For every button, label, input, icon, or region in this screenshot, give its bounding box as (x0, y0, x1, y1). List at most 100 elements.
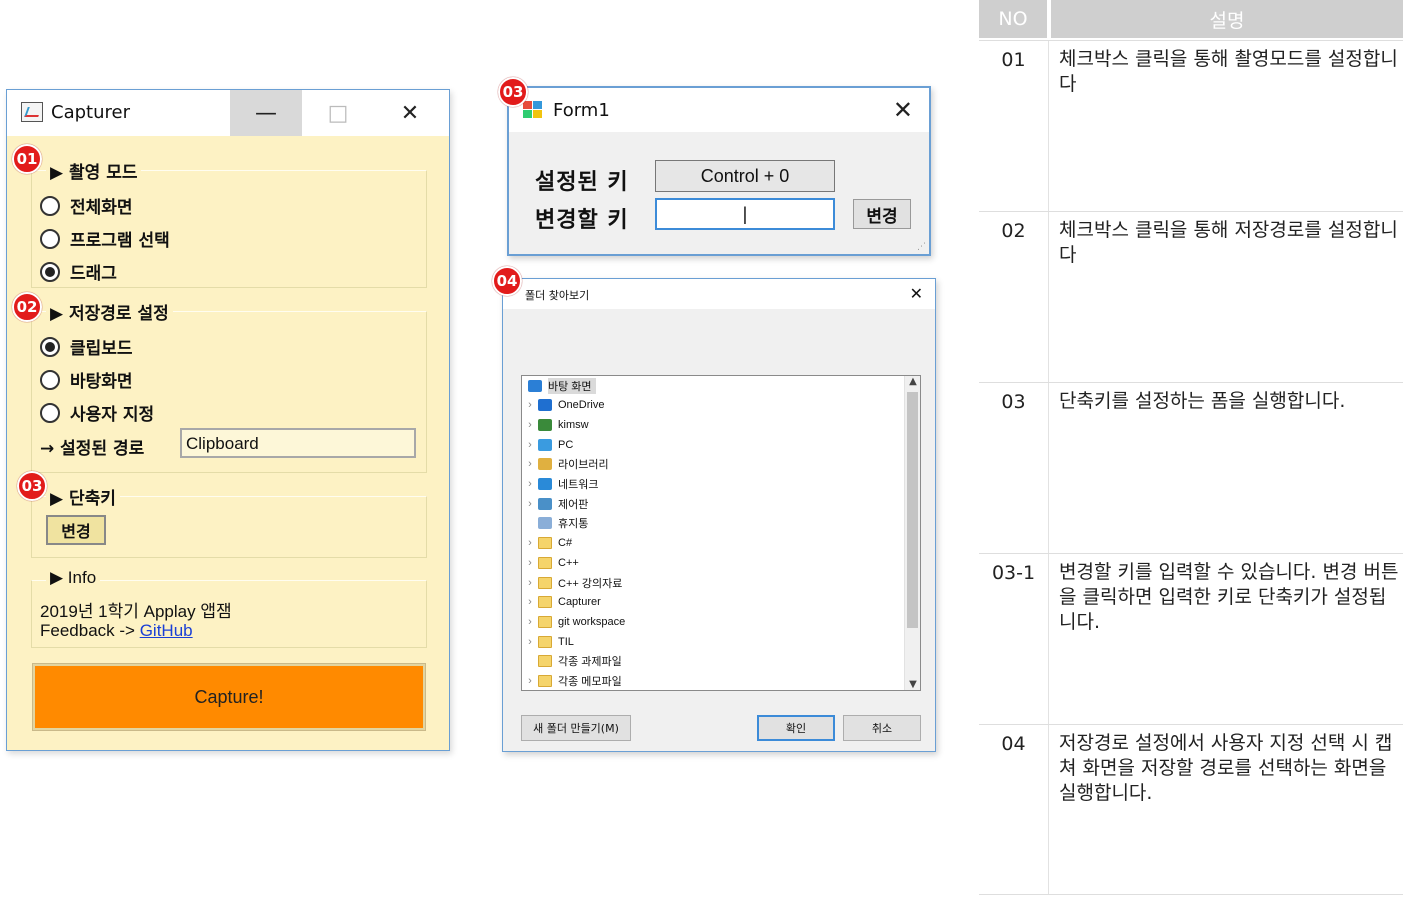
radio-fullscreen[interactable]: 전체화면 (40, 193, 133, 218)
chevron-right-icon[interactable]: › (522, 596, 538, 608)
radio-label: 바탕화면 (70, 372, 133, 392)
capture-mode-legend: ▶ 촬영 모드 (46, 158, 142, 183)
folder-browser-window: 폴더 찾아보기 ✕ 바탕 화면 › OneDrive › kimsw › PC › 라이브러리 ›… (502, 278, 936, 752)
radio-drag[interactable]: 드래그 (40, 259, 117, 284)
tree-item-label: C++ (558, 556, 579, 569)
tree-item[interactable]: › TIL (522, 632, 574, 651)
hotkey-change-button[interactable]: 변경 (46, 515, 106, 545)
tree-item[interactable]: › kimsw (522, 415, 589, 434)
tree-scrollbar[interactable]: ▲ ▼ (904, 376, 920, 690)
tree-item[interactable]: › OneDrive (522, 396, 604, 415)
radio-selected-icon[interactable] (40, 336, 60, 357)
maximize-button[interactable]: □ (302, 90, 374, 136)
tree-item[interactable]: › PC (522, 435, 573, 454)
capture-button[interactable]: Capture! (32, 663, 426, 731)
scroll-up-icon[interactable]: ▲ (905, 376, 920, 387)
set-key-label: 설정된 키 (535, 170, 629, 195)
close-button[interactable]: ✕ (374, 90, 446, 136)
network-icon (538, 478, 552, 490)
form-app-icon (523, 101, 543, 119)
capture-mode-group: ▶ 촬영 모드 전체화면 프로그램 선택 드래그 (31, 158, 427, 288)
tree-item[interactable]: 바탕 화면 (522, 376, 596, 395)
chevron-right-icon[interactable]: › (522, 616, 538, 628)
radio-circle-icon[interactable] (40, 369, 60, 390)
form1-titlebar: Form1 ✕ (509, 88, 929, 132)
row-text: 변경할 키를 입력할 수 있습니다. 변경 버튼을 클릭하면 입력한 키로 단축… (1059, 561, 1399, 633)
scroll-down-icon[interactable]: ▼ (905, 679, 920, 690)
radio-program-select[interactable]: 프로그램 선택 (40, 226, 170, 251)
tree-item-label: kimsw (558, 418, 589, 431)
row-no: 01 (979, 41, 1049, 211)
tree-item[interactable]: › 제어판 (522, 494, 588, 513)
chevron-right-icon[interactable]: › (522, 636, 538, 648)
tree-item-label: 휴지통 (558, 518, 589, 531)
radio-circle-icon[interactable] (40, 228, 60, 249)
radio-circle-icon[interactable] (40, 195, 60, 216)
new-folder-button[interactable]: 새 폴더 만들기(M) (521, 715, 631, 741)
radio-custom[interactable]: 사용자 지정 (40, 400, 154, 425)
badge-03-form: 03 (498, 77, 528, 107)
tree-item[interactable]: 휴지통 (522, 514, 588, 533)
tree-item[interactable]: 각종 과제파일 (522, 652, 622, 671)
tree-item-label: 네트워크 (558, 479, 599, 491)
radio-label: 드래그 (70, 264, 117, 284)
folder-tree[interactable]: 바탕 화면 › OneDrive › kimsw › PC › 라이브러리 › 네트워크 › 제어판 휴지… (521, 375, 921, 691)
github-link[interactable]: GitHub (140, 621, 193, 640)
cancel-button[interactable]: 취소 (843, 715, 921, 741)
tree-item-label: PC (558, 438, 574, 451)
folder-icon (538, 655, 552, 668)
chevron-right-icon[interactable]: › (522, 458, 538, 470)
chevron-right-icon[interactable]: › (522, 478, 538, 490)
chevron-right-icon[interactable]: › (522, 557, 538, 569)
chevron-right-icon[interactable]: › (522, 577, 538, 589)
radio-circle-icon[interactable] (40, 402, 60, 423)
form1-close-button[interactable]: ✕ (893, 96, 913, 124)
folder-icon (538, 556, 552, 569)
chevron-right-icon[interactable]: › (522, 399, 538, 411)
resize-grip-icon[interactable]: ⋰ (917, 242, 926, 252)
tree-item[interactable]: › C++ 강의자료 (522, 573, 622, 592)
chevron-right-icon[interactable]: › (522, 537, 538, 549)
row-no: 04 (979, 725, 1049, 894)
radio-clipboard[interactable]: 클립보드 (40, 334, 133, 359)
tree-item[interactable]: › 라이브러리 (522, 455, 609, 474)
folder-title: 폴더 찾아보기 (525, 289, 590, 302)
tree-item[interactable]: › C++ (522, 553, 579, 572)
tree-item-label: 각종 과제파일 (558, 656, 622, 669)
ok-button[interactable]: 확인 (757, 715, 835, 741)
radio-selected-icon[interactable] (40, 261, 60, 282)
chevron-right-icon[interactable]: › (522, 675, 538, 687)
scroll-thumb[interactable] (907, 392, 918, 628)
capturer-title: Capturer (51, 102, 130, 123)
tree-item-label: 각종 메모파일 (558, 676, 622, 688)
set-key-display: Control + 0 (655, 160, 835, 192)
path-field[interactable]: Clipboard (180, 428, 416, 458)
table-row: 02 체크박스 클릭을 통해 저장경로를 설정합니다 (979, 211, 1403, 382)
feedback-prefix: Feedback -> (40, 621, 140, 640)
info-group: ▶ Info 2019년 1학기 Applay 앱잼 Feedback -> G… (31, 568, 427, 648)
table-row: 03 단축키를 설정하는 폼을 실행합니다. (979, 382, 1403, 553)
chevron-right-icon[interactable]: › (522, 439, 538, 451)
radio-label: 클립보드 (70, 339, 133, 359)
folder-close-button[interactable]: ✕ (910, 284, 923, 303)
tree-item[interactable]: › Capturer (522, 593, 601, 612)
chevron-right-icon[interactable]: › (522, 498, 538, 510)
tree-item[interactable]: › 각종 메모파일 (522, 672, 622, 691)
row-text: 단축키를 설정하는 폼을 실행합니다. (1059, 390, 1346, 412)
folder-icon (538, 576, 552, 589)
tree-item[interactable]: › 네트워크 (522, 475, 598, 494)
form1-change-button[interactable]: 변경 (853, 199, 911, 229)
minimize-button[interactable]: — (230, 90, 302, 136)
radio-desktop[interactable]: 바탕화면 (40, 367, 133, 392)
save-path-legend: ▶ 저장경로 설정 (46, 299, 173, 324)
tree-item[interactable]: › C# (522, 534, 572, 553)
tree-item-label: 라이브러리 (558, 459, 609, 472)
chevron-right-icon[interactable]: › (522, 419, 538, 431)
folder-titlebar: 폴더 찾아보기 ✕ (503, 279, 935, 309)
tree-item-label: TIL (558, 635, 574, 648)
change-key-input[interactable]: | (655, 198, 835, 230)
folder-icon (538, 537, 552, 550)
hotkey-group: ▶ 단축키 변경 (31, 484, 427, 558)
tree-item[interactable]: › git workspace (522, 612, 625, 631)
table-row: 03-1 변경할 키를 입력할 수 있습니다. 변경 버튼을 클릭하면 입력한 … (979, 553, 1403, 724)
